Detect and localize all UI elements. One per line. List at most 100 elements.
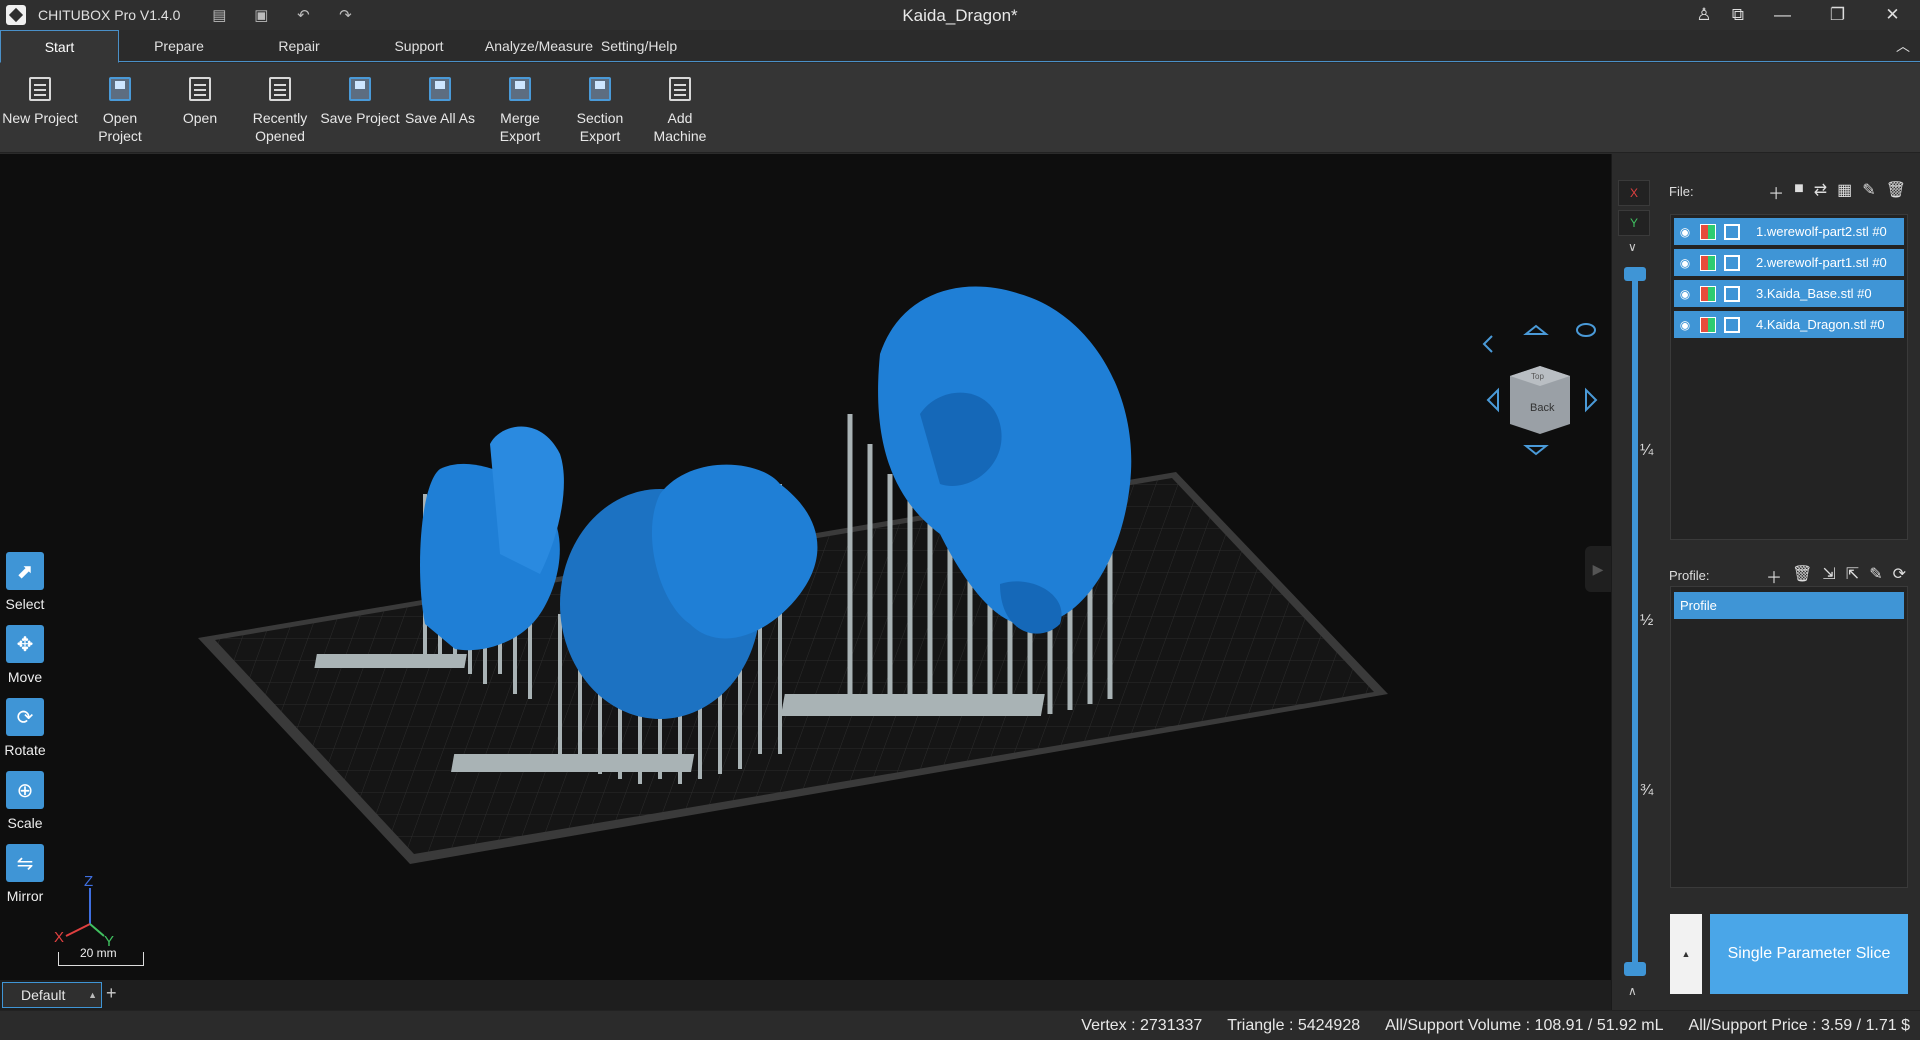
select-all-icon[interactable]: ■	[1794, 180, 1804, 204]
title-bar: CHITUBOX Pro V1.4.0 ▤ ▣ ↶ ↷ ♙ ⧉ — ❐ ✕	[0, 0, 1920, 30]
add-plate-icon[interactable]: +	[106, 983, 117, 1004]
redo-icon[interactable]: ↷	[336, 6, 354, 24]
plate-tab-default[interactable]: Default▲▼	[2, 982, 102, 1024]
add-profile-icon[interactable]: ＋	[1766, 564, 1782, 588]
3d-viewport[interactable]: Top Back ⬈ Select ✥ Move ⟳ Rotate ⊕ Scale ⇋ M…	[0, 154, 1611, 980]
recently-opened-button[interactable]: Recently Opened	[240, 63, 320, 152]
edit-icon[interactable]: ✎	[1862, 180, 1875, 204]
undo-icon[interactable]: ↶	[294, 6, 312, 24]
save-project-icon	[349, 77, 371, 101]
ribbon-panel: New Project Open Project Open Recently O…	[0, 63, 1920, 153]
new-project-button[interactable]: New Project	[0, 63, 80, 152]
window-controls: ♙ ⧉ — ❐ ✕	[1687, 0, 1920, 30]
slice-options-dropdown[interactable]: ▲	[1670, 914, 1702, 994]
rotate-tool[interactable]: ⟳ Rotate	[0, 698, 50, 758]
right-panel: File: ＋ ■ ⇄ ▦ ✎ 🗑 ◉ 1.werewolf-part2.stl …	[1657, 154, 1920, 1010]
open-project-button[interactable]: Open Project	[80, 63, 160, 152]
chevron-down-icon[interactable]: ∨	[1628, 240, 1637, 254]
delete-icon[interactable]: 🗑	[1886, 180, 1906, 204]
axis-x-button[interactable]: X	[1618, 180, 1650, 206]
arrow-right-icon[interactable]	[1585, 387, 1598, 413]
collapse-ribbon-icon[interactable]: ︿	[1896, 36, 1910, 56]
profile-item[interactable]: Profile	[1674, 592, 1904, 619]
open-button[interactable]: Open	[160, 63, 240, 152]
open-icon	[189, 77, 211, 101]
quarter-mark: ¼	[1640, 442, 1654, 459]
export-icon[interactable]: ▤	[210, 6, 228, 24]
move-tool[interactable]: ✥ Move	[0, 625, 50, 685]
eye-icon[interactable]: ◉	[1674, 225, 1696, 239]
file-checkbox[interactable]	[1724, 223, 1740, 240]
layer-slider-panel: X Y ∨ ¼ ½ ¾ ∧	[1611, 154, 1656, 1010]
eye-icon[interactable]: ◉	[1674, 256, 1696, 270]
recent-icon	[269, 77, 291, 101]
tab-setting-help[interactable]: Setting/Help	[599, 30, 679, 62]
screen-icon[interactable]: ⧉	[1721, 0, 1755, 30]
status-bar: Vertex : 2731337 Triangle : 5424928 All/…	[0, 1010, 1920, 1040]
vertex-count: Vertex : 2731337	[1081, 1016, 1203, 1034]
export-profile-icon[interactable]: ⇱	[1846, 564, 1859, 588]
arrow-up-icon[interactable]	[1523, 324, 1549, 335]
mirror-tool[interactable]: ⇋ Mirror	[0, 844, 50, 904]
minimize-icon[interactable]: —	[1755, 0, 1810, 30]
layer-slider-top-handle[interactable]	[1624, 267, 1646, 281]
half-mark: ½	[1640, 612, 1654, 629]
swap-icon[interactable]: ⇄	[1814, 180, 1827, 204]
axis-gizmo: Z X Y	[54, 874, 114, 950]
tab-support[interactable]: Support	[359, 30, 479, 62]
close-icon[interactable]: ✕	[1865, 0, 1920, 30]
home-view-icon[interactable]	[1482, 335, 1493, 353]
eye-icon[interactable]: ◉	[1674, 318, 1696, 332]
single-parameter-slice-button[interactable]: Single Parameter Slice	[1710, 914, 1908, 994]
select-tool[interactable]: ⬈ Select	[0, 552, 50, 612]
build-plate-scene[interactable]	[0, 154, 1611, 980]
save-all-as-button[interactable]: Save All As	[400, 63, 480, 152]
app-name: CHITUBOX Pro V1.4.0	[38, 7, 181, 23]
arrow-down-icon[interactable]	[1523, 445, 1549, 456]
user-icon[interactable]: ♙	[1687, 0, 1721, 30]
section-export-button[interactable]: Section Export	[560, 63, 640, 152]
file-panel-label: File:	[1669, 184, 1694, 199]
rotate-icon: ⟳	[6, 698, 44, 736]
new-project-icon	[29, 77, 51, 101]
select-icon: ⬈	[6, 552, 44, 590]
restore-icon[interactable]: ❐	[1810, 0, 1865, 30]
file-checkbox[interactable]	[1724, 316, 1740, 333]
file-row[interactable]: ◉ 1.werewolf-part2.stl #0	[1674, 218, 1904, 245]
tab-repair[interactable]: Repair	[239, 30, 359, 62]
delete-profile-icon[interactable]: 🗑	[1792, 564, 1812, 588]
transform-tools: ⬈ Select ✥ Move ⟳ Rotate ⊕ Scale ⇋ Mirror	[0, 552, 50, 917]
scale-tool[interactable]: ⊕ Scale	[0, 771, 50, 831]
color-icon[interactable]: ▦	[1837, 180, 1852, 204]
save-project-button[interactable]: Save Project	[320, 63, 400, 152]
chevron-up-icon[interactable]: ∧	[1628, 984, 1637, 998]
collapse-panel-arrow-icon[interactable]: ▶	[1585, 546, 1611, 592]
merge-export-button[interactable]: Merge Export	[480, 63, 560, 152]
refresh-profile-icon[interactable]: ⟳	[1893, 564, 1906, 588]
layer-slider-bottom-handle[interactable]	[1624, 962, 1646, 976]
import-profile-icon[interactable]: ⇲	[1822, 564, 1835, 588]
file-checkbox[interactable]	[1724, 254, 1740, 271]
layer-slider-track[interactable]	[1632, 274, 1638, 969]
tab-analyze-measure[interactable]: Analyze/Measure	[479, 30, 599, 62]
price-readout: All/Support Price : 3.59 / 1.71 $	[1688, 1016, 1910, 1034]
axis-y-button[interactable]: Y	[1618, 210, 1650, 236]
visibility-eye-icon[interactable]	[1576, 323, 1596, 337]
profile-list: Profile	[1670, 586, 1908, 888]
file-toolbar: ＋ ■ ⇄ ▦ ✎ 🗑	[1768, 180, 1906, 204]
file-row[interactable]: ◉ 2.werewolf-part1.stl #0	[1674, 249, 1904, 276]
save-icon[interactable]: ▣	[252, 6, 270, 24]
add-file-icon[interactable]: ＋	[1768, 180, 1784, 204]
tab-start[interactable]: Start	[0, 30, 119, 63]
model-color-icon	[1700, 254, 1716, 271]
file-row[interactable]: ◉ 4.Kaida_Dragon.stl #0	[1674, 311, 1904, 338]
support-raft-middle	[451, 754, 695, 772]
edit-profile-icon[interactable]: ✎	[1869, 564, 1882, 588]
eye-icon[interactable]: ◉	[1674, 287, 1696, 301]
file-checkbox[interactable]	[1724, 285, 1740, 302]
arrow-left-icon[interactable]	[1486, 387, 1499, 413]
file-row[interactable]: ◉ 3.Kaida_Base.stl #0	[1674, 280, 1904, 307]
tab-prepare[interactable]: Prepare	[119, 30, 239, 62]
plate-tabs: Default▲▼ +	[0, 980, 1611, 1024]
add-machine-button[interactable]: Add Machine	[640, 63, 720, 152]
